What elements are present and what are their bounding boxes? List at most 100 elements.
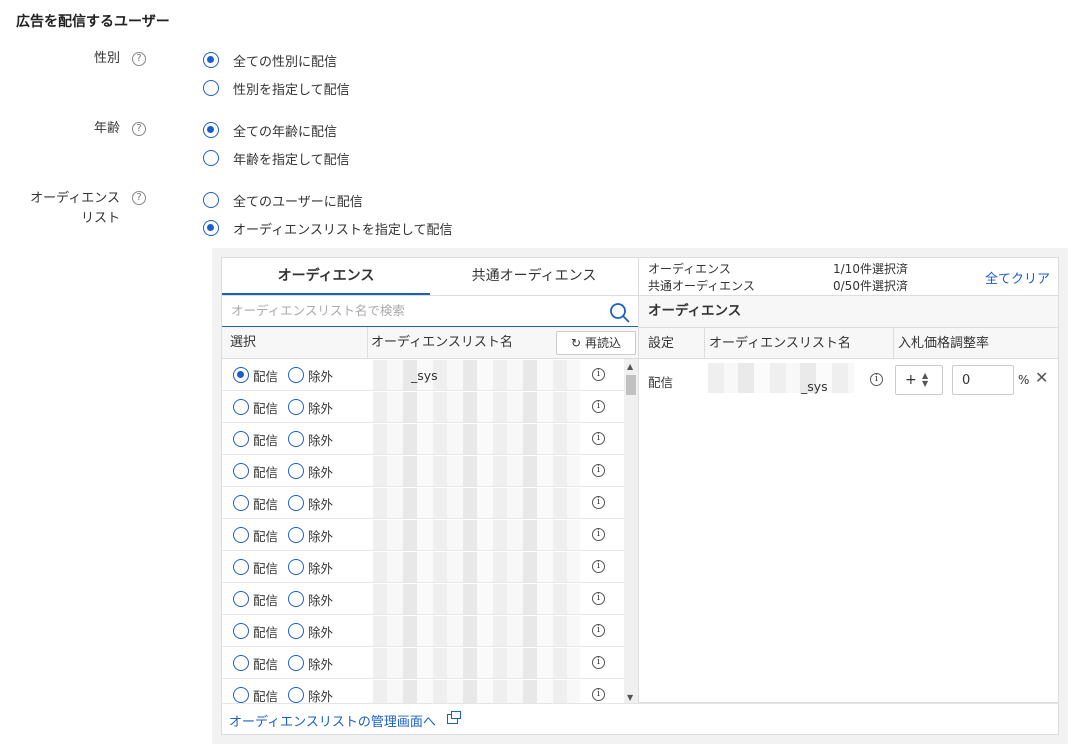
external-link-icon[interactable] bbox=[447, 711, 461, 724]
deliver-label: 配信 bbox=[253, 625, 279, 640]
redacted-list-name bbox=[373, 456, 580, 486]
exclude-label: 除外 bbox=[308, 593, 334, 608]
column-header-setting: 設定 bbox=[648, 336, 675, 351]
exclude-radio[interactable] bbox=[288, 399, 304, 415]
search-input[interactable] bbox=[231, 303, 601, 318]
deliver-radio[interactable] bbox=[233, 495, 249, 511]
info-icon[interactable]: i bbox=[592, 592, 605, 605]
exclude-label: 除外 bbox=[308, 497, 334, 512]
exclude-label: 除外 bbox=[308, 401, 334, 416]
selected-subtitle: オーディエンス bbox=[639, 295, 1058, 327]
audience-list: 配信 除外 _sys i 配信 除外 i 配信 除外 i 配信 除外 i 配信 除外 i 配信 除外 i 配信 除外 i 配… bbox=[222, 359, 624, 705]
radio-icon[interactable] bbox=[203, 52, 219, 68]
deliver-radio[interactable] bbox=[233, 463, 249, 479]
scroll-thumb[interactable] bbox=[626, 375, 636, 395]
deliver-label: 配信 bbox=[253, 401, 279, 416]
sign-value: + bbox=[905, 372, 917, 388]
selected-audience-panel: オーディエンス 1/10件選択済 共通オーディエンス 0/50件選択済 全てクリ… bbox=[639, 257, 1059, 703]
bid-rate-input[interactable] bbox=[952, 365, 1014, 395]
column-separator bbox=[893, 328, 894, 358]
panel-footer: オーディエンスリストの管理画面へ bbox=[221, 703, 1059, 735]
deliver-radio[interactable] bbox=[233, 687, 249, 703]
selected-list-header: 設定 オーディエンスリスト名 入札価格調整率 bbox=[639, 327, 1058, 359]
info-icon[interactable]: i bbox=[592, 368, 605, 381]
exclude-radio[interactable] bbox=[288, 495, 304, 511]
list-item: 配信 除外 i bbox=[222, 391, 624, 423]
radio-icon[interactable] bbox=[203, 192, 219, 208]
info-icon[interactable]: i bbox=[592, 528, 605, 541]
list-item: 配信 除外 _sys i bbox=[222, 359, 624, 391]
column-header-bid-adjustment: 入札価格調整率 bbox=[898, 336, 990, 351]
help-icon[interactable]: ? bbox=[132, 52, 146, 66]
redacted-list-name bbox=[373, 392, 580, 422]
deliver-radio[interactable] bbox=[233, 527, 249, 543]
redacted-list-name bbox=[373, 488, 580, 518]
info-icon[interactable]: i bbox=[592, 560, 605, 573]
list-scrollbar[interactable]: ▲ ▼ bbox=[624, 359, 638, 705]
info-icon[interactable]: i bbox=[592, 688, 605, 701]
remove-icon[interactable]: ✕ bbox=[1035, 368, 1048, 387]
age-option-specify[interactable]: 年齢を指定して配信 bbox=[203, 148, 350, 168]
column-header-list-name: オーディエンスリスト名 bbox=[709, 336, 851, 351]
info-icon[interactable]: i bbox=[592, 400, 605, 413]
info-icon[interactable]: i bbox=[592, 496, 605, 509]
exclude-radio[interactable] bbox=[288, 367, 304, 383]
help-icon[interactable]: ? bbox=[132, 122, 146, 136]
deliver-radio[interactable] bbox=[233, 655, 249, 671]
exclude-radio[interactable] bbox=[288, 623, 304, 639]
deliver-radio[interactable] bbox=[233, 431, 249, 447]
exclude-radio[interactable] bbox=[288, 591, 304, 607]
column-header-select: 選択 bbox=[230, 335, 257, 350]
radio-icon[interactable] bbox=[203, 80, 219, 96]
exclude-label: 除外 bbox=[308, 561, 334, 576]
list-item: 配信 除外 i bbox=[222, 615, 624, 647]
deliver-radio[interactable] bbox=[233, 591, 249, 607]
info-icon[interactable]: i bbox=[592, 656, 605, 669]
sign-stepper[interactable]: + ▲ ▼ bbox=[895, 365, 943, 395]
info-icon[interactable]: i bbox=[592, 624, 605, 637]
deliver-radio[interactable] bbox=[233, 367, 249, 383]
gender-label: 性別 bbox=[93, 51, 120, 66]
tab-shared-audience[interactable]: 共通オーディエンス bbox=[430, 258, 638, 295]
exclude-radio[interactable] bbox=[288, 431, 304, 447]
gender-option-specify[interactable]: 性別を指定して配信 bbox=[203, 78, 350, 98]
audience-management-link[interactable]: オーディエンスリストの管理画面へ bbox=[229, 711, 436, 730]
exclude-radio[interactable] bbox=[288, 527, 304, 543]
exclude-radio[interactable] bbox=[288, 687, 304, 703]
list-item: 配信 除外 i bbox=[222, 423, 624, 455]
radio-icon[interactable] bbox=[203, 122, 219, 138]
list-item: 配信 除外 i bbox=[222, 455, 624, 487]
exclude-radio[interactable] bbox=[288, 559, 304, 575]
audience-option-all[interactable]: 全てのユーザーに配信 bbox=[203, 190, 363, 210]
summary-count: 1/10件選択済 bbox=[833, 262, 908, 276]
search-icon[interactable] bbox=[609, 302, 631, 324]
deliver-radio[interactable] bbox=[233, 623, 249, 639]
audience-option-specify[interactable]: オーディエンスリストを指定して配信 bbox=[203, 218, 452, 238]
info-icon[interactable]: i bbox=[592, 464, 605, 477]
deliver-radio[interactable] bbox=[233, 399, 249, 415]
deliver-radio[interactable] bbox=[233, 559, 249, 575]
age-option-all[interactable]: 全ての年齢に配信 bbox=[203, 120, 337, 140]
redacted-list-name bbox=[373, 520, 580, 550]
scroll-up-icon[interactable]: ▲ bbox=[627, 362, 633, 371]
list-header: 選択 オーディエンスリスト名 ↻ 再読込 bbox=[222, 327, 638, 359]
help-icon[interactable]: ? bbox=[132, 191, 146, 205]
radio-label: オーディエンスリストを指定して配信 bbox=[233, 222, 453, 238]
refresh-icon: ↻ bbox=[571, 336, 582, 350]
gender-option-all[interactable]: 全ての性別に配信 bbox=[203, 50, 337, 70]
radio-icon[interactable] bbox=[203, 150, 219, 166]
tab-audience[interactable]: オーディエンス bbox=[222, 258, 430, 295]
exclude-radio[interactable] bbox=[288, 463, 304, 479]
info-icon[interactable]: i bbox=[592, 432, 605, 445]
reload-button[interactable]: ↻ 再読込 bbox=[556, 331, 636, 355]
radio-icon[interactable] bbox=[203, 220, 219, 236]
info-icon[interactable]: i bbox=[870, 373, 883, 386]
selected-row: 配信 _sys i + ▲▼ % ✕ bbox=[639, 359, 1058, 401]
selected-setting: 配信 bbox=[648, 375, 674, 390]
clear-all-link[interactable]: 全てクリア bbox=[985, 268, 1050, 287]
scroll-down-icon[interactable]: ▼ bbox=[627, 693, 633, 702]
exclude-radio[interactable] bbox=[288, 655, 304, 671]
stepper-arrows-icon[interactable]: ▲ ▼ bbox=[922, 372, 928, 388]
radio-label: 性別を指定して配信 bbox=[233, 82, 350, 98]
selected-list-name: _sys bbox=[801, 379, 828, 394]
